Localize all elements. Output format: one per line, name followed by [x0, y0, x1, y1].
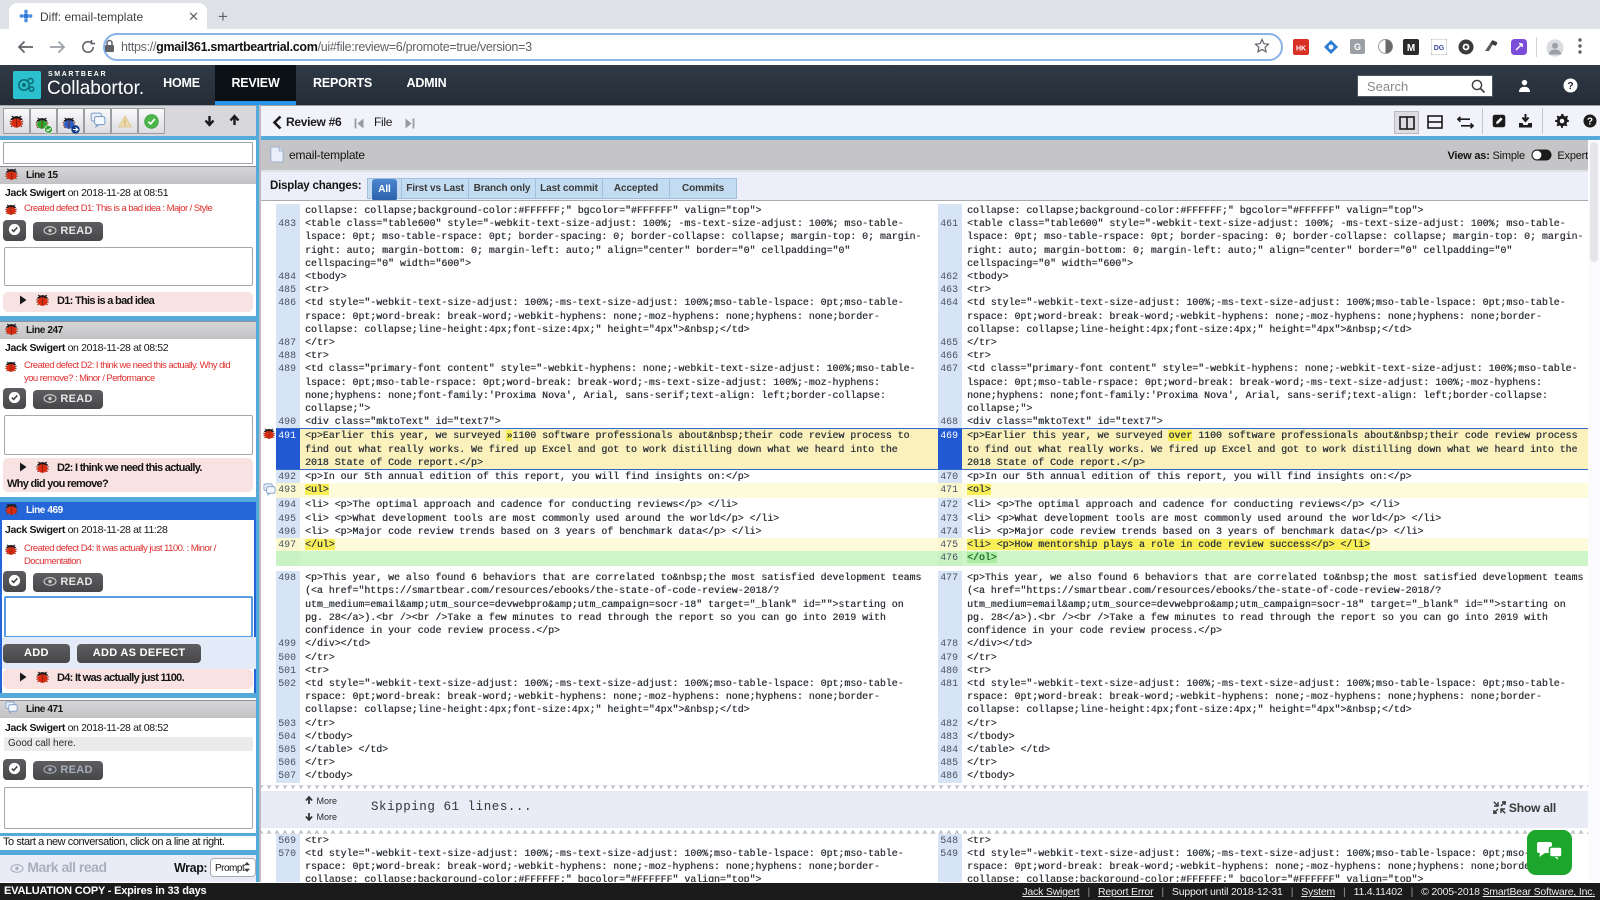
svg-text:G: G [1354, 42, 1361, 52]
svg-text:?: ? [1567, 80, 1573, 92]
svg-text:HK: HK [1296, 46, 1306, 53]
svg-text:?: ? [1587, 116, 1593, 127]
svg-text:M: M [1407, 43, 1415, 54]
svg-text:DG: DG [1434, 45, 1445, 52]
